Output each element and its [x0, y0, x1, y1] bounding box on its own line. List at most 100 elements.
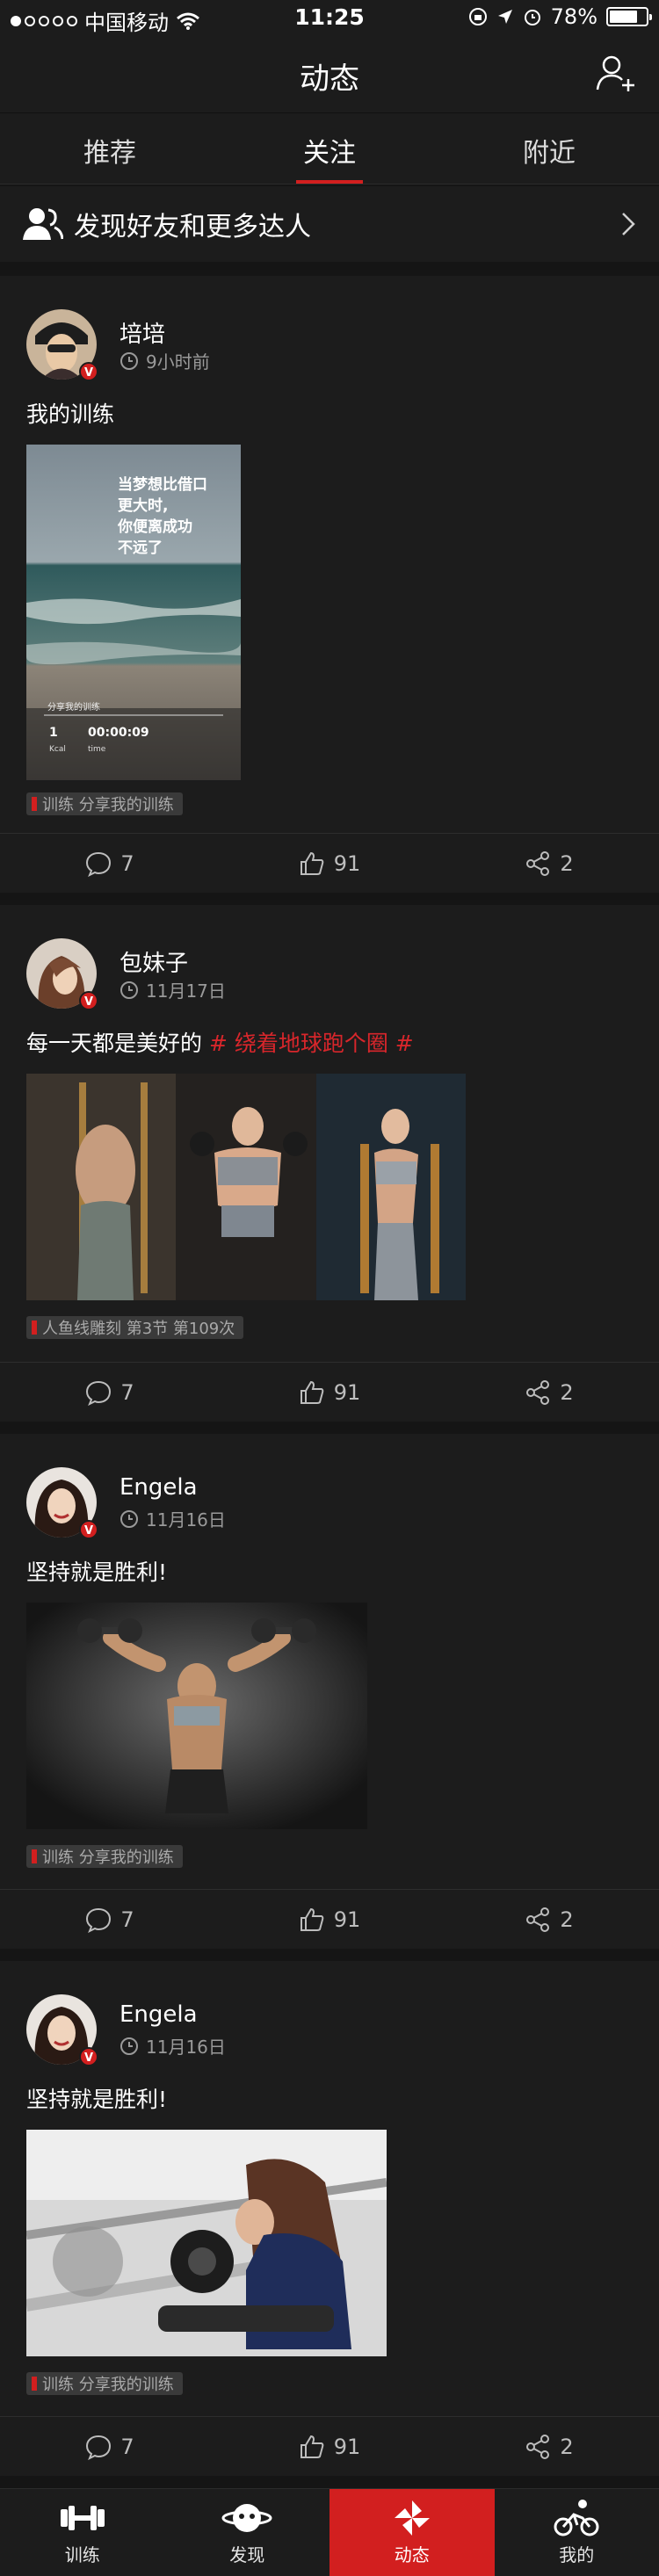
post-card: V 培培 9小时前 我的训练 当梦想比借口 更大时, 你便离成功 不远了 分享我…	[0, 276, 659, 893]
post-actions: 7 91 2	[0, 1889, 659, 1949]
post-photo[interactable]	[26, 2130, 387, 2356]
active-tab-indicator	[296, 180, 363, 184]
topic-hashtag[interactable]: # 绕着地球跑个圈 #	[209, 1031, 414, 1056]
share-count: 2	[560, 1379, 574, 1405]
post-card: V 包妹子 11月17日 每一天都是美好的 # 绕着地球跑个圈 # 人鱼线雕刻 …	[0, 905, 659, 1422]
post-time: 9小时前	[146, 351, 210, 373]
tabbar-item-feed[interactable]: 动态	[330, 2489, 495, 2576]
tabbar-item-me[interactable]: 我的	[495, 2489, 659, 2576]
training-tag-chip[interactable]: 训练 分享我的训练	[26, 2372, 183, 2395]
alarm-icon	[524, 10, 540, 25]
feed-tabs: 推荐 关注 附近	[0, 112, 659, 185]
comment-button[interactable]: 7	[0, 834, 220, 893]
share-button[interactable]: 2	[439, 1890, 659, 1949]
comment-count: 7	[120, 2434, 134, 2459]
verified-badge-icon: V	[79, 2047, 98, 2066]
share-count: 2	[560, 850, 574, 876]
comment-icon	[86, 1907, 112, 1933]
poster-caption: 分享我的训练	[47, 703, 100, 713]
share-icon	[526, 850, 550, 876]
like-count: 91	[333, 2434, 361, 2459]
training-tag-chip[interactable]: 训练 分享我的训练	[26, 1845, 183, 1868]
discover-friends-row[interactable]: 发现好友和更多达人	[0, 186, 659, 262]
comment-button[interactable]: 7	[0, 1890, 220, 1949]
post-photo[interactable]	[26, 1074, 466, 1300]
planet-icon	[221, 2504, 272, 2532]
poster-stat-value: 1	[49, 726, 58, 740]
post-text: 我的训练	[26, 402, 115, 427]
clock-icon	[120, 351, 138, 370]
post-card: V Engela 11月16日 坚持就是胜利! 训练 分享我的训练 7 91 2	[0, 1961, 659, 2476]
post-text: 坚持就是胜利!	[26, 2087, 168, 2112]
rotation-lock-icon	[468, 8, 487, 25]
discover-friends-label: 发现好友和更多达人	[74, 212, 311, 242]
tab-recommend[interactable]: 推荐	[0, 113, 220, 184]
avatar[interactable]: V	[26, 1467, 98, 1539]
comment-icon	[86, 1380, 112, 1406]
like-count: 91	[333, 1907, 361, 1932]
share-icon	[526, 1379, 550, 1405]
post-time: 11月16日	[146, 2037, 226, 2058]
avatar[interactable]: V	[26, 1994, 98, 2066]
post-author-name[interactable]: Engela	[119, 2001, 198, 2028]
tabbar-item-training[interactable]: 训练	[0, 2489, 165, 2576]
tab-nearby[interactable]: 附近	[439, 113, 659, 184]
clock-icon	[120, 2037, 138, 2055]
comment-count: 7	[120, 1379, 134, 1405]
location-arrow-icon	[497, 10, 512, 24]
thumbs-up-icon	[300, 1380, 324, 1404]
like-button[interactable]: 91	[220, 1363, 439, 1422]
comment-button[interactable]: 7	[0, 1363, 220, 1422]
share-button[interactable]: 2	[439, 834, 659, 893]
share-count: 2	[560, 1907, 574, 1932]
poster-stat-value: 00:00:09	[88, 726, 149, 740]
friends-icon	[23, 208, 63, 240]
comment-button[interactable]: 7	[0, 2417, 220, 2476]
comment-icon	[86, 2435, 112, 2460]
comment-count: 7	[120, 1907, 134, 1932]
training-tag-chip[interactable]: 训练 分享我的训练	[26, 792, 183, 815]
post-text: 每一天都是美好的 # 绕着地球跑个圈 #	[26, 1031, 414, 1056]
post-author-name[interactable]: 包妹子	[119, 945, 188, 978]
avatar[interactable]: V	[26, 309, 98, 381]
post-photo[interactable]	[26, 1603, 367, 1829]
add-friend-icon[interactable]	[596, 53, 636, 93]
like-button[interactable]: 91	[220, 2417, 439, 2476]
share-button[interactable]: 2	[439, 2417, 659, 2476]
poster-stat-unit: Kcal	[49, 745, 66, 754]
avatar[interactable]: V	[26, 938, 98, 1010]
poster-stat-unit: time	[88, 745, 106, 754]
share-count: 2	[560, 2434, 574, 2459]
poster-headline: 更大时,	[118, 497, 169, 515]
post-time: 11月16日	[146, 1509, 226, 1530]
thumbs-up-icon	[300, 851, 324, 875]
poster-headline: 当梦想比借口	[118, 476, 207, 494]
pinwheel-icon	[394, 2500, 430, 2536]
post-photo[interactable]: 当梦想比借口 更大时, 你便离成功 不远了 分享我的训练 1 Kcal 00:0…	[26, 445, 241, 780]
clock-icon	[120, 980, 138, 999]
thumbs-up-icon	[300, 2435, 324, 2458]
verified-badge-icon: V	[79, 991, 98, 1010]
comment-count: 7	[120, 850, 134, 876]
clock-icon	[120, 1509, 138, 1528]
dumbbell-icon	[60, 2506, 105, 2530]
chevron-right-icon	[622, 213, 635, 235]
bottom-tab-bar: 训练 发现 动态 我的	[0, 2488, 659, 2576]
share-button[interactable]: 2	[439, 1363, 659, 1422]
verified-badge-icon: V	[79, 362, 98, 381]
post-actions: 7 91 2	[0, 2416, 659, 2476]
post-card: V Engela 11月16日 坚持就是胜利! 训练 分享我的训练 7 91 2	[0, 1434, 659, 1949]
tab-following[interactable]: 关注	[220, 113, 439, 184]
tabbar-item-discover[interactable]: 发现	[165, 2489, 330, 2576]
training-tag-chip[interactable]: 人鱼线雕刻 第3节 第109次	[26, 1316, 244, 1339]
like-count: 91	[333, 850, 361, 876]
poster-headline: 不远了	[118, 539, 163, 557]
poster-headline: 你便离成功	[118, 518, 192, 536]
battery-icon	[606, 7, 652, 26]
post-actions: 7 91 2	[0, 833, 659, 893]
post-author-name[interactable]: 培培	[119, 316, 165, 349]
share-icon	[526, 1907, 550, 1932]
post-author-name[interactable]: Engela	[119, 1474, 198, 1501]
like-button[interactable]: 91	[220, 1890, 439, 1949]
like-button[interactable]: 91	[220, 834, 439, 893]
